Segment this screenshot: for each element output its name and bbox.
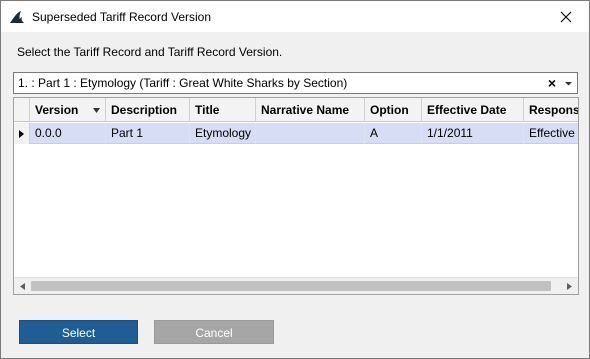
chevron-down-icon[interactable] <box>564 79 573 88</box>
cell-description[interactable]: Part 1 <box>106 123 190 144</box>
scrollbar-thumb[interactable] <box>31 281 551 291</box>
horizontal-scrollbar[interactable] <box>14 277 578 294</box>
instruction-text: Select the Tariff Record and Tariff Reco… <box>17 45 283 59</box>
column-header-version[interactable]: Version <box>30 98 106 122</box>
window-title: Superseded Tariff Record Version <box>32 10 211 24</box>
column-header-description[interactable]: Description <box>106 98 190 122</box>
cell-narrative-name[interactable] <box>256 123 365 144</box>
cell-title[interactable]: Etymology <box>190 123 256 144</box>
table-row[interactable]: 0.0.0 Part 1 Etymology A 1/1/2011 Effect… <box>14 123 578 144</box>
cancel-button[interactable]: Cancel <box>154 320 274 344</box>
shark-fin-icon <box>10 11 24 23</box>
tariff-record-combo[interactable]: 1. : Part 1 : Etymology (Tariff : Great … <box>13 72 578 94</box>
current-row-icon <box>19 130 24 138</box>
cell-effective-date[interactable]: 1/1/2011 <box>422 123 524 144</box>
dialog-body: Select the Tariff Record and Tariff Reco… <box>1 32 589 358</box>
cell-version[interactable]: 0.0.0 <box>30 123 106 144</box>
column-header-label: Version <box>35 103 79 117</box>
grid-header: Version Description Title Narrative Name… <box>14 98 578 122</box>
title-bar[interactable]: Superseded Tariff Record Version <box>1 1 589 32</box>
column-header-option[interactable]: Option <box>365 98 422 122</box>
column-header-response[interactable]: Respons <box>524 98 578 122</box>
tariff-record-combo-value: 1. : Part 1 : Etymology (Tariff : Great … <box>18 76 348 90</box>
dialog-window: Superseded Tariff Record Version Select … <box>0 0 590 359</box>
cell-response[interactable]: Effective <box>524 123 578 144</box>
clear-icon[interactable]: × <box>545 76 559 90</box>
column-header-effective-date[interactable]: Effective Date <box>422 98 524 122</box>
scroll-right-button[interactable] <box>561 278 578 294</box>
close-button[interactable] <box>543 1 589 32</box>
row-indicator <box>14 123 30 144</box>
sort-desc-icon <box>93 108 100 113</box>
version-grid[interactable]: Version Description Title Narrative Name… <box>13 97 579 295</box>
cell-option[interactable]: A <box>365 123 422 144</box>
select-button[interactable]: Select <box>19 320 138 344</box>
scroll-left-button[interactable] <box>14 278 31 294</box>
chevron-left-icon <box>20 283 25 290</box>
column-header-title[interactable]: Title <box>190 98 256 122</box>
row-indicator-header <box>14 98 30 122</box>
chevron-right-icon <box>567 283 572 290</box>
close-icon <box>560 11 572 22</box>
column-header-narrative-name[interactable]: Narrative Name <box>256 98 365 122</box>
